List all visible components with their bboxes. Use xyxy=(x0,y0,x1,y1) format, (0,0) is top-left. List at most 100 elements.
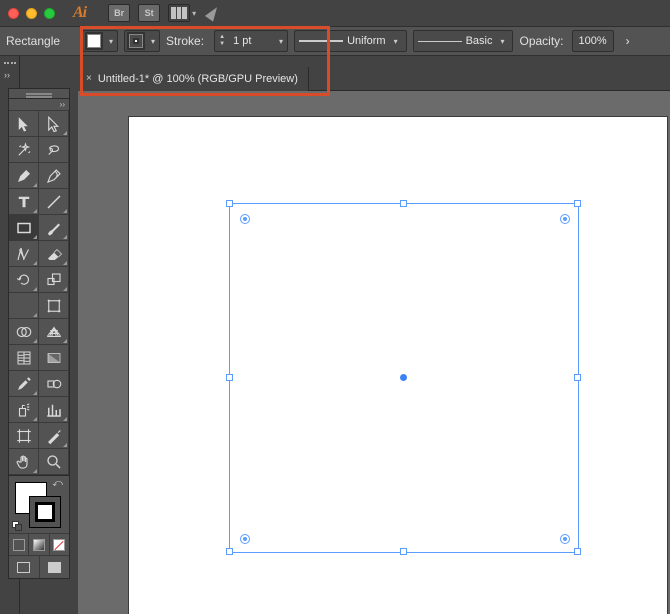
curvature-icon xyxy=(45,167,63,185)
stroke-weight-input[interactable]: ▲▼ 1 pt ▾ xyxy=(214,30,288,52)
curvature-tool[interactable] xyxy=(39,163,69,189)
scale-icon xyxy=(45,271,63,289)
zoom-icon xyxy=(45,453,63,471)
eyedropper-tool[interactable] xyxy=(9,371,39,397)
gradient-mode-button[interactable] xyxy=(29,534,49,555)
minimize-window-button[interactable] xyxy=(26,8,37,19)
shape-builder-tool[interactable] xyxy=(9,319,39,345)
corner-widget-top-right[interactable] xyxy=(560,214,570,224)
stroke-weight-stepper[interactable]: ▲▼ xyxy=(215,34,229,48)
artboard[interactable] xyxy=(128,116,668,614)
rectangle-icon xyxy=(15,219,33,237)
chevron-right-icon: ›› xyxy=(4,70,10,80)
more-options-button[interactable]: › xyxy=(620,30,636,52)
shaper-tool[interactable] xyxy=(9,241,39,267)
corner-widget-bottom-left[interactable] xyxy=(240,534,250,544)
transform-icon xyxy=(45,297,63,315)
wand-icon xyxy=(15,141,33,159)
fill-swatch-icon xyxy=(85,32,103,50)
stock-button[interactable]: St xyxy=(138,4,160,22)
color-mode-button[interactable] xyxy=(9,534,29,555)
tools-panel-collapse-button[interactable]: ›› xyxy=(9,99,69,111)
column-graph-tool[interactable] xyxy=(39,397,69,423)
brush-definition-button[interactable]: Basic ▾ xyxy=(413,30,514,52)
gpu-preview-button[interactable] xyxy=(208,6,218,20)
chevron-down-icon: ▾ xyxy=(105,37,117,46)
gradient-tool[interactable] xyxy=(39,345,69,371)
rectangle-tool[interactable] xyxy=(9,215,39,241)
slice-icon xyxy=(45,427,63,445)
opacity-group: Opacity: 100% xyxy=(519,30,613,52)
perspective-grid-tool[interactable] xyxy=(39,319,69,345)
stroke-weight-label: Stroke: xyxy=(166,34,204,48)
arrange-documents-button[interactable]: ▾ xyxy=(168,4,196,22)
shape-name-label: Rectangle xyxy=(6,34,60,48)
direct-selection-tool[interactable] xyxy=(39,111,69,137)
title-bar: Ai Br St ▾ xyxy=(0,0,670,26)
full-screen-button[interactable] xyxy=(40,556,70,578)
stroke-swatch[interactable] xyxy=(29,496,61,528)
left-column: ›› ›› xyxy=(0,56,78,614)
zoom-tool[interactable] xyxy=(39,449,69,475)
normal-screen-button[interactable] xyxy=(9,556,40,578)
artboard-icon xyxy=(15,427,33,445)
line-icon xyxy=(299,40,343,42)
opacity-input[interactable]: 100% xyxy=(572,30,614,52)
stroke-swatch-icon xyxy=(127,32,145,50)
resize-handle-top-center[interactable] xyxy=(400,200,407,207)
fill-swatch-button[interactable]: ▾ xyxy=(82,30,118,52)
mesh-tool[interactable] xyxy=(9,345,39,371)
variable-width-profile-button[interactable]: Uniform ▾ xyxy=(294,30,407,52)
graph-icon xyxy=(45,401,63,419)
pen-tool[interactable] xyxy=(9,163,39,189)
shape-builder-icon xyxy=(15,323,33,341)
blend-tool[interactable] xyxy=(39,371,69,397)
corner-widget-bottom-right[interactable] xyxy=(560,534,570,544)
resize-handle-middle-left[interactable] xyxy=(226,374,233,381)
scale-tool[interactable] xyxy=(39,267,69,293)
default-fill-stroke-icon[interactable] xyxy=(12,521,22,531)
hand-tool[interactable] xyxy=(9,449,39,475)
line-icon xyxy=(418,41,462,42)
window-traffic-lights xyxy=(8,8,55,19)
tools-panel-grip[interactable] xyxy=(9,89,69,99)
opacity-label: Opacity: xyxy=(519,34,563,48)
chevron-down-icon: ▾ xyxy=(496,37,508,46)
width-tool[interactable] xyxy=(9,293,39,319)
magic-wand-tool[interactable] xyxy=(9,137,39,163)
selected-rectangle-object[interactable] xyxy=(229,203,579,553)
spray-icon xyxy=(15,401,33,419)
resize-handle-middle-right[interactable] xyxy=(574,374,581,381)
rotate-icon xyxy=(15,271,33,289)
zoom-window-button[interactable] xyxy=(44,8,55,19)
selection-tool[interactable] xyxy=(9,111,39,137)
free-transform-tool[interactable] xyxy=(39,293,69,319)
paintbrush-tool[interactable] xyxy=(39,215,69,241)
symbol-sprayer-tool[interactable] xyxy=(9,397,39,423)
swap-fill-stroke-icon[interactable]: ⤺ xyxy=(52,478,63,489)
rotate-tool[interactable] xyxy=(9,267,39,293)
lasso-tool[interactable] xyxy=(39,137,69,163)
line-segment-tool[interactable] xyxy=(39,189,69,215)
eraser-icon xyxy=(45,245,63,263)
none-mode-button[interactable] xyxy=(50,534,69,555)
canvas-area[interactable] xyxy=(78,91,670,614)
resize-handle-top-right[interactable] xyxy=(574,200,581,207)
corner-widget-top-left[interactable] xyxy=(240,214,250,224)
close-tab-button[interactable]: × xyxy=(86,73,92,84)
resize-handle-bottom-right[interactable] xyxy=(574,548,581,555)
close-window-button[interactable] xyxy=(8,8,19,19)
resize-handle-bottom-left[interactable] xyxy=(226,548,233,555)
fill-stroke-swatches[interactable]: ⤺ xyxy=(9,476,69,534)
document-tab[interactable]: × Untitled-1* @ 100% (RGB/GPU Preview) xyxy=(78,67,309,91)
artboard-tool[interactable] xyxy=(9,423,39,449)
stroke-swatch-button[interactable]: ▾ xyxy=(124,30,160,52)
eraser-tool[interactable] xyxy=(39,241,69,267)
slice-tool[interactable] xyxy=(39,423,69,449)
resize-handle-top-left[interactable] xyxy=(226,200,233,207)
app-logo: Ai xyxy=(73,4,86,22)
bridge-button[interactable]: Br xyxy=(108,4,130,22)
type-tool[interactable] xyxy=(9,189,39,215)
resize-handle-bottom-center[interactable] xyxy=(400,548,407,555)
line-icon xyxy=(45,193,63,211)
